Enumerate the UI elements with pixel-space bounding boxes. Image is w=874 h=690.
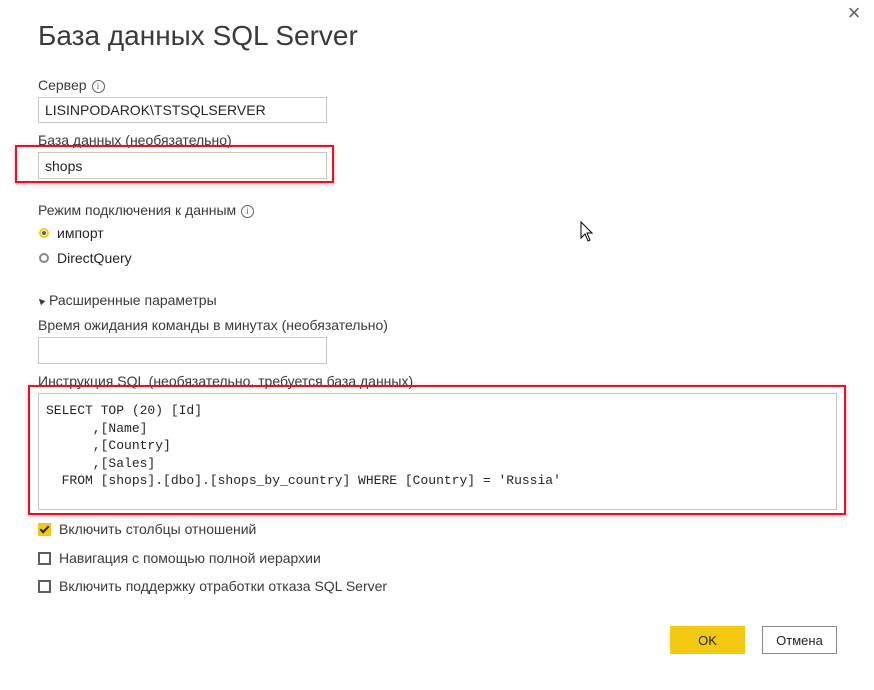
radio-selected-icon[interactable] <box>39 228 49 238</box>
checkbox-relationship-columns[interactable]: Включить столбцы отношений <box>38 521 256 537</box>
connection-mode-label-row: Режим подключения к данным i <box>38 202 255 218</box>
mouse-pointer-icon <box>580 221 594 242</box>
database-input[interactable] <box>38 152 327 179</box>
radio-unselected-icon[interactable] <box>39 253 49 263</box>
checkbox-unchecked-icon[interactable] <box>38 579 51 593</box>
server-input[interactable] <box>38 97 327 123</box>
advanced-toggle[interactable]: Расширенные параметры <box>36 292 217 308</box>
timeout-label: Время ожидания команды в минутах (необяз… <box>38 317 388 333</box>
checkbox-unchecked-icon[interactable] <box>38 551 51 565</box>
checkbox-relationship-columns-label: Включить столбцы отношений <box>59 521 257 537</box>
cancel-button[interactable]: Отмена <box>762 626 837 654</box>
close-icon[interactable]: × <box>843 2 865 24</box>
advanced-toggle-label: Расширенные параметры <box>49 292 217 308</box>
checkbox-checked-icon[interactable] <box>38 522 51 536</box>
radio-directquery[interactable]: DirectQuery <box>39 250 132 266</box>
expand-triangle-icon <box>36 296 46 306</box>
connection-mode-label: Режим подключения к данным <box>38 202 237 218</box>
info-icon[interactable]: i <box>241 205 255 218</box>
checkbox-failover[interactable]: Включить поддержку отработки отказа SQL … <box>38 578 387 594</box>
radio-directquery-label: DirectQuery <box>57 250 132 266</box>
checkbox-full-hierarchy[interactable]: Навигация с помощью полной иерархии <box>38 550 321 566</box>
sql-textarea[interactable]: SELECT TOP (20) [Id] ,[Name] ,[Country] … <box>38 393 837 510</box>
server-label: Сервер <box>38 77 87 93</box>
checkbox-full-hierarchy-label: Навигация с помощью полной иерархии <box>59 550 321 566</box>
checkbox-failover-label: Включить поддержку отработки отказа SQL … <box>59 578 388 594</box>
server-label-row: Сервер i <box>38 77 105 93</box>
sql-text: SELECT TOP (20) [Id] ,[Name] ,[Country] … <box>46 403 561 488</box>
dialog-title: База данных SQL Server <box>38 20 358 51</box>
radio-import-label: импорт <box>57 225 104 241</box>
radio-import[interactable]: импорт <box>39 225 104 241</box>
timeout-input[interactable] <box>38 337 327 364</box>
ok-button[interactable]: OK <box>670 626 745 654</box>
info-icon[interactable]: i <box>91 80 105 93</box>
